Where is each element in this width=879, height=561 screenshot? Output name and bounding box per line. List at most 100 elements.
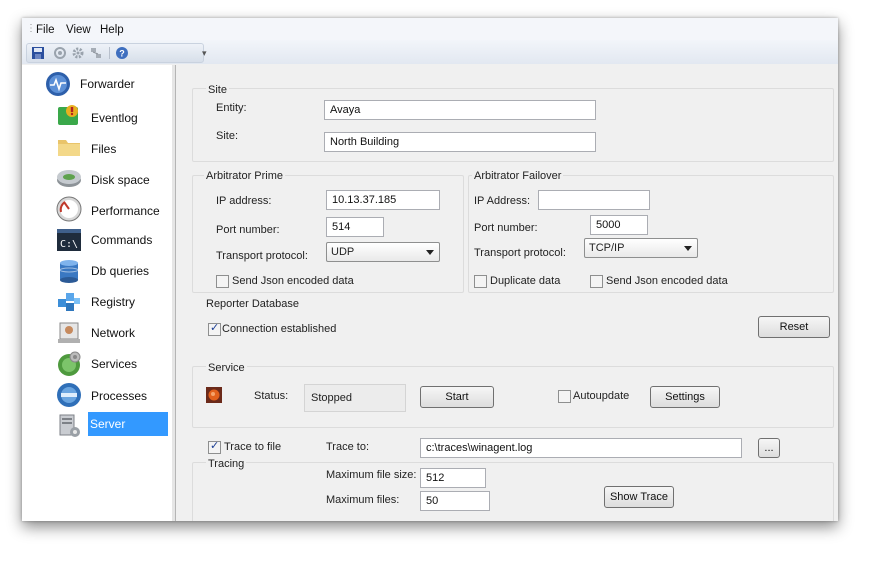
toolbar-strip: ? [26, 43, 204, 63]
failover-port-field[interactable] [590, 215, 648, 235]
sidebar-item-label: Network [91, 326, 136, 340]
service-stopped-icon [206, 387, 222, 403]
toolbar-separator [109, 47, 110, 59]
menu-view[interactable]: View [66, 24, 91, 36]
sidebar-item-network[interactable]: Network [22, 319, 172, 350]
sidebar-item-processes[interactable]: Processes [22, 381, 172, 412]
prime-port-field[interactable] [326, 217, 384, 237]
failover-transport-value: TCP/IP [589, 242, 625, 254]
max-file-size-field[interactable] [420, 468, 486, 488]
sidebar: Forwarder Eventlog Files Disk space Perf… [22, 65, 173, 521]
sidebar-splitter[interactable] [172, 65, 176, 521]
app-window: ⋮ File View Help ? ▾ Forwarder Eventlog … [22, 18, 838, 521]
service-group-label: Service [206, 362, 247, 374]
sidebar-item-registry[interactable]: Registry [22, 288, 172, 319]
connection-checkbox[interactable] [208, 321, 221, 336]
menu-help[interactable]: Help [100, 24, 124, 36]
network-icon [58, 322, 80, 343]
trace-to-label: Trace to: [326, 441, 369, 453]
start-button[interactable]: Start [420, 386, 494, 408]
prime-ip-label: IP address: [216, 195, 272, 207]
disk-icon [57, 170, 81, 187]
max-files-field[interactable] [420, 491, 490, 511]
sidebar-item-commands[interactable]: C:\ Commands [22, 226, 172, 257]
tracing-group [192, 462, 834, 521]
sidebar-item-label: Eventlog [91, 111, 138, 125]
prime-transport-value: UDP [331, 246, 355, 258]
settings-icon[interactable] [71, 46, 85, 60]
eventlog-icon [58, 105, 78, 125]
gauge-icon [56, 196, 82, 222]
autoupdate-label: Autoupdate [573, 390, 630, 402]
sidebar-item-eventlog[interactable]: Eventlog [22, 102, 172, 133]
forwarder-icon [46, 72, 70, 96]
svg-text:?: ? [119, 49, 125, 59]
sidebar-item-forwarder[interactable]: Forwarder [22, 71, 172, 102]
prime-transport-select[interactable]: UDP [326, 242, 440, 262]
sidebar-item-performance[interactable]: Performance [22, 195, 172, 226]
status-display: Stopped [304, 384, 406, 412]
max-files-label: Maximum files: [326, 494, 400, 506]
autoupdate-checkbox[interactable] [558, 390, 571, 403]
sidebar-item-label: Db queries [91, 264, 150, 278]
connect-icon[interactable] [53, 46, 67, 60]
sidebar-item-server-settings[interactable]: Server settings [22, 412, 172, 449]
console-icon: C:\ [57, 229, 81, 251]
prime-json-checkbox[interactable] [216, 275, 229, 288]
chevron-down-icon [684, 246, 692, 251]
failover-transport-label: Transport protocol: [474, 247, 566, 259]
arbitrator-failover-label: Arbitrator Failover [472, 170, 564, 182]
sidebar-item-label: Disk space [91, 173, 150, 187]
failover-duplicate-checkbox[interactable] [474, 275, 487, 288]
prime-ip-field[interactable] [326, 190, 440, 210]
trace-path-field[interactable] [420, 438, 742, 458]
chevron-down-icon [426, 250, 434, 255]
menu-bar: ⋮ File View Help [22, 18, 838, 40]
registry-icon [58, 293, 80, 311]
reporter-db-label: Reporter Database [206, 298, 299, 310]
sidebar-item-disk-space[interactable]: Disk space [22, 164, 172, 195]
folder-icon [58, 140, 80, 156]
save-icon[interactable] [31, 46, 45, 60]
status-value: Stopped [311, 392, 352, 404]
server-settings-icon [59, 414, 80, 437]
sidebar-item-label: Forwarder [80, 77, 135, 91]
failover-port-label: Port number: [474, 222, 538, 234]
sidebar-item-label: Performance [91, 204, 160, 218]
show-trace-button[interactable]: Show Trace [604, 486, 674, 508]
menu-grip-icon: ⋮ [26, 23, 36, 34]
failover-transport-select[interactable]: TCP/IP [584, 238, 698, 258]
help-icon[interactable]: ? [115, 46, 129, 60]
menu-file[interactable]: File [36, 24, 55, 36]
sidebar-item-label: Files [91, 142, 117, 156]
reset-button[interactable]: Reset [758, 316, 830, 338]
failover-ip-field[interactable] [538, 190, 650, 210]
site-field[interactable] [324, 132, 596, 152]
entity-field[interactable] [324, 100, 596, 120]
sidebar-item-label: Commands [91, 233, 153, 247]
prime-transport-label: Transport protocol: [216, 250, 308, 262]
browse-button[interactable]: ... [758, 438, 780, 458]
settings-button[interactable]: Settings [650, 386, 720, 408]
connection-label: Connection established [222, 323, 337, 335]
database-icon [59, 260, 79, 283]
sidebar-item-services[interactable]: Services [22, 350, 172, 381]
toolbar: ? ▾ [22, 40, 838, 64]
sidebar-item-label: Server settings [88, 412, 168, 449]
prime-json-label: Send Json encoded data [232, 275, 354, 287]
network-icon[interactable] [89, 46, 103, 60]
failover-json-label: Send Json encoded data [606, 275, 728, 287]
sidebar-item-db-queries[interactable]: Db queries [22, 257, 172, 288]
sidebar-item-label: Registry [91, 295, 136, 309]
toolbar-overflow-icon[interactable]: ▾ [202, 48, 207, 59]
failover-json-checkbox[interactable] [590, 275, 603, 288]
svg-text:C:\: C:\ [60, 239, 78, 250]
failover-ip-label: IP Address: [474, 195, 531, 207]
sidebar-item-files[interactable]: Files [22, 133, 172, 164]
service-group [192, 366, 834, 428]
status-label: Status: [254, 390, 289, 402]
site-group-label: Site [206, 84, 229, 96]
max-file-size-label: Maximum file size: [326, 469, 417, 481]
trace-to-file-checkbox[interactable] [208, 439, 221, 454]
sidebar-item-label: Services [91, 357, 138, 371]
